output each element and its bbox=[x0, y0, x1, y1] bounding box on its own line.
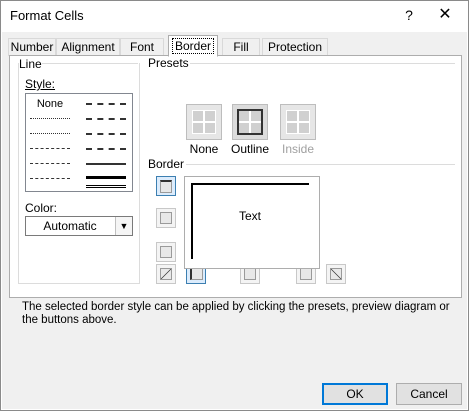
line-style-medium-dash-dot-dot[interactable] bbox=[86, 103, 126, 105]
preset-inside-button[interactable] bbox=[280, 104, 316, 140]
diagonal-up-icon bbox=[160, 268, 172, 280]
border-bottom-button[interactable] bbox=[156, 242, 176, 262]
line-style-list[interactable]: None bbox=[25, 93, 133, 192]
line-style-double[interactable] bbox=[86, 185, 126, 188]
color-dropdown-value: Automatic bbox=[43, 219, 97, 233]
line-style-medium-dashed[interactable] bbox=[86, 148, 126, 150]
border-left-icon bbox=[190, 268, 203, 280]
preview-text: Text bbox=[239, 209, 262, 223]
tab-number[interactable]: Number bbox=[8, 38, 56, 56]
help-description: The selected border style can be applied… bbox=[22, 301, 450, 326]
diagonal-down-icon bbox=[330, 268, 342, 280]
line-style-hair[interactable] bbox=[30, 118, 70, 119]
line-style-medium[interactable] bbox=[86, 163, 126, 165]
dialog-title: Format Cells bbox=[10, 8, 84, 23]
preset-outline-icon bbox=[237, 109, 263, 135]
preset-none-button[interactable] bbox=[186, 104, 222, 140]
help-icon[interactable]: ? bbox=[399, 4, 419, 26]
close-icon[interactable]: ✕ bbox=[433, 4, 457, 26]
line-style-medium-dash-dot[interactable] bbox=[86, 133, 126, 135]
line-style-dashed[interactable] bbox=[30, 178, 70, 179]
line-style-dash-dot-dot[interactable] bbox=[30, 148, 70, 149]
tab-fill[interactable]: Fill bbox=[222, 38, 260, 56]
presets-group-label: Presets bbox=[148, 56, 189, 70]
tab-border[interactable]: Border bbox=[168, 35, 218, 57]
cancel-button[interactable]: Cancel bbox=[396, 383, 462, 405]
line-style-slant-dash-dot[interactable] bbox=[86, 118, 126, 120]
preview-top-border bbox=[191, 183, 309, 185]
line-group-rule bbox=[40, 63, 138, 64]
preset-inside-icon bbox=[286, 110, 310, 134]
style-label: Style: bbox=[25, 77, 56, 91]
border-diagonal-down-button[interactable] bbox=[326, 264, 346, 284]
title-bar: Format Cells ? ✕ bbox=[1, 1, 468, 31]
format-cells-dialog: Format Cells ? ✕ Number Alignment Font B… bbox=[0, 0, 469, 411]
tab-font[interactable]: Font bbox=[120, 38, 164, 56]
dialog-body: Number Alignment Font Border Fill Protec… bbox=[2, 32, 467, 409]
border-tab-panel: Line Style: None Color: Automatic ▼ Pres… bbox=[9, 55, 462, 326]
tab-protection[interactable]: Protection bbox=[262, 38, 328, 56]
tab-border-label: Border bbox=[171, 38, 215, 54]
line-style-thick[interactable] bbox=[86, 176, 126, 179]
border-inside-vertical-icon bbox=[244, 268, 256, 280]
border-preview[interactable]: Text bbox=[184, 176, 320, 269]
preview-left-border bbox=[191, 183, 193, 259]
border-top-button[interactable] bbox=[156, 176, 176, 196]
border-right-icon bbox=[300, 268, 312, 280]
line-style-none[interactable]: None bbox=[30, 98, 70, 110]
line-style-dotted[interactable] bbox=[30, 133, 70, 134]
border-top-icon bbox=[160, 180, 172, 193]
preset-outline-button[interactable] bbox=[232, 104, 268, 140]
chevron-down-icon[interactable]: ▼ bbox=[115, 217, 132, 235]
color-dropdown[interactable]: Automatic ▼ bbox=[25, 216, 133, 236]
preset-outline-label: Outline bbox=[230, 142, 270, 156]
preset-none-icon bbox=[192, 110, 216, 134]
tab-alignment[interactable]: Alignment bbox=[56, 38, 120, 56]
border-diagonal-up-button[interactable] bbox=[156, 264, 176, 284]
color-label: Color: bbox=[25, 201, 58, 215]
line-group-label: Line bbox=[19, 57, 42, 71]
presets-group-rule bbox=[190, 63, 455, 64]
border-inside-horizontal-button[interactable] bbox=[156, 208, 176, 228]
ok-button[interactable]: OK bbox=[322, 383, 388, 405]
preset-none-label: None bbox=[189, 142, 219, 156]
border-inside-horizontal-icon bbox=[160, 212, 172, 224]
border-bottom-icon bbox=[160, 246, 172, 258]
border-group-rule bbox=[186, 164, 455, 165]
border-group-label: Border bbox=[148, 157, 185, 171]
preset-inside-label: Inside bbox=[281, 142, 315, 156]
line-style-dash-dot[interactable] bbox=[30, 163, 70, 164]
